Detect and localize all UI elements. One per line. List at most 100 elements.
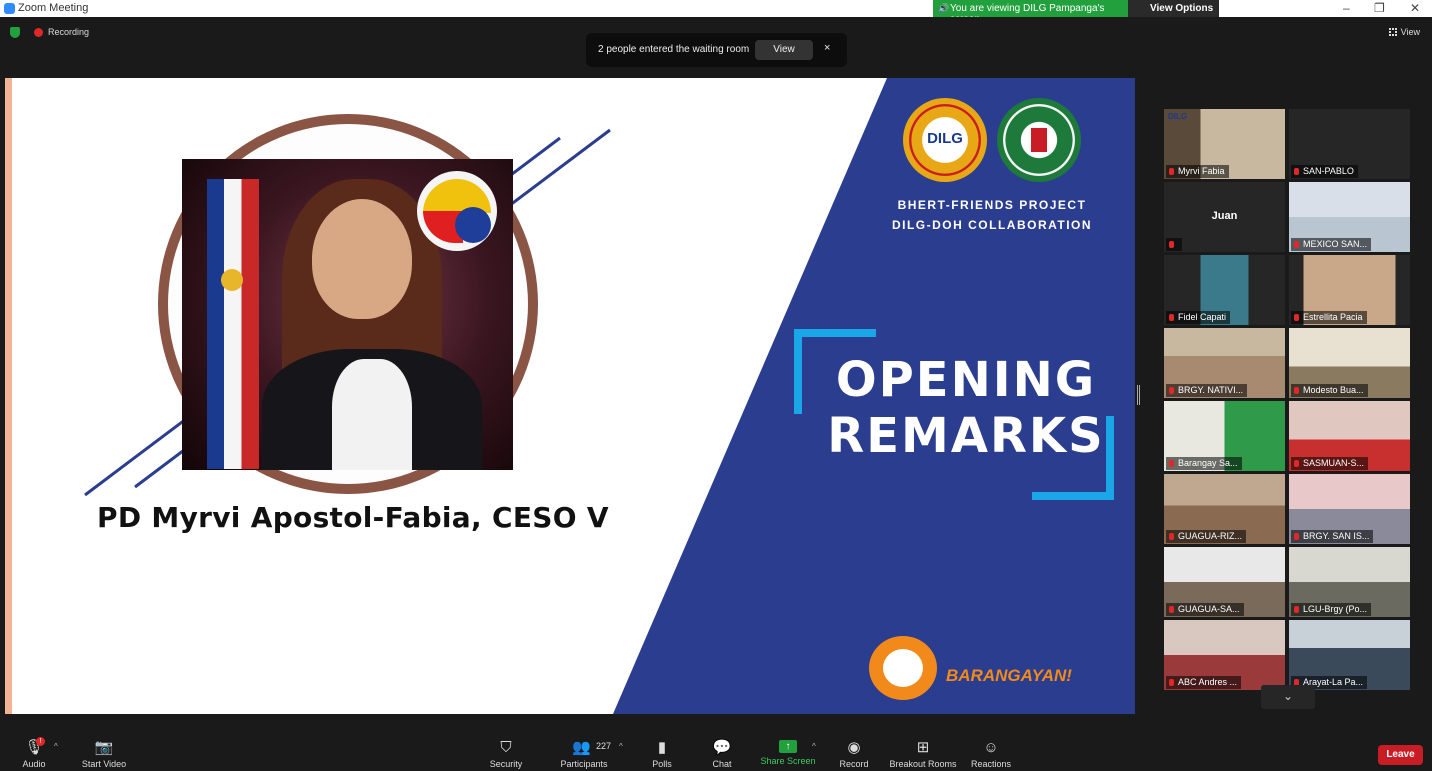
window-titlebar: Zoom Meeting 🔊 You are viewing DILG Pamp… bbox=[0, 0, 1432, 25]
security-label: Security bbox=[489, 759, 523, 769]
muted-mic-icon bbox=[1169, 168, 1174, 175]
dilg-seal-text: DILG bbox=[927, 130, 963, 147]
participant-tile[interactable]: SAN-PABLO bbox=[1289, 109, 1410, 179]
zoom-logo-icon bbox=[4, 3, 15, 14]
audio-button[interactable]: 🎙 ! Audio bbox=[18, 730, 50, 769]
view-layout-button[interactable]: View bbox=[1388, 27, 1420, 37]
participant-name: Modesto Bua... bbox=[1291, 384, 1368, 397]
muted-mic-icon bbox=[1294, 533, 1299, 540]
participant-tile[interactable]: Estrellita Pacia bbox=[1289, 255, 1410, 325]
participant-tile[interactable]: Modesto Bua... bbox=[1289, 328, 1410, 398]
share-screen-button[interactable]: ↑ Share Screen bbox=[760, 730, 816, 766]
participant-tile[interactable]: Fidel Capati bbox=[1164, 255, 1285, 325]
participant-name: MEXICO SAN... bbox=[1291, 238, 1372, 251]
portrait-face bbox=[312, 199, 412, 319]
participant-name: BRGY. SAN IS... bbox=[1291, 530, 1374, 543]
breakout-rooms-button[interactable]: ⊞ Breakout Rooms bbox=[888, 730, 958, 770]
participant-tile[interactable]: GUAGUA-SA... bbox=[1164, 547, 1285, 617]
close-icon[interactable]: × bbox=[824, 42, 830, 54]
participant-tile[interactable]: Barangay Sa... bbox=[1164, 401, 1285, 471]
participant-name: Estrellita Pacia bbox=[1291, 311, 1367, 324]
participant-name: ABC Andres ... bbox=[1166, 676, 1242, 689]
gallery-next-page-button[interactable]: ⌄ bbox=[1261, 685, 1315, 709]
heading-remarks: REMARKS bbox=[827, 408, 1105, 464]
barangayan-logo-icon bbox=[869, 636, 937, 700]
security-shield-icon[interactable] bbox=[10, 27, 20, 38]
dilg-seal-icon: DILG bbox=[903, 98, 987, 182]
participant-tile[interactable]: MEXICO SAN... bbox=[1289, 182, 1410, 252]
participant-tile[interactable]: Juan bbox=[1164, 182, 1285, 252]
waiting-room-view-button[interactable]: View bbox=[755, 40, 813, 60]
participant-name: LGU-Brgy (Po... bbox=[1291, 603, 1372, 616]
participant-name: SAN-PABLO bbox=[1291, 165, 1358, 178]
participant-tile[interactable]: ABC Andres ... bbox=[1164, 620, 1285, 690]
muted-mic-icon bbox=[1169, 314, 1174, 321]
participant-tile[interactable]: BRGY. NATIVI... bbox=[1164, 328, 1285, 398]
close-window-icon[interactable]: ✕ bbox=[1410, 1, 1420, 15]
restore-icon[interactable]: ❐ bbox=[1374, 1, 1385, 15]
muted-mic-icon bbox=[1169, 679, 1174, 686]
muted-mic-icon bbox=[1294, 460, 1299, 467]
record-icon: ◉ bbox=[847, 739, 861, 756]
chevron-up-icon: ^ bbox=[54, 742, 58, 751]
speaker-portrait bbox=[182, 159, 513, 470]
participant-tile[interactable]: GUAGUA-RIZ... bbox=[1164, 474, 1285, 544]
participant-tile[interactable]: LGU-Brgy (Po... bbox=[1289, 547, 1410, 617]
slide-edge-strip bbox=[5, 78, 12, 714]
participant-name: GUAGUA-RIZ... bbox=[1166, 530, 1247, 543]
participant-name: SASMUAN-S... bbox=[1291, 457, 1369, 470]
waiting-room-message: 2 people entered the waiting room bbox=[598, 44, 750, 55]
video-off-icon: 📷 bbox=[94, 739, 114, 756]
audio-label: Audio bbox=[22, 759, 46, 769]
leave-button[interactable]: Leave bbox=[1378, 745, 1423, 765]
recording-dot-icon bbox=[34, 28, 43, 37]
participant-tile[interactable]: DILG Myrvi Fabia bbox=[1164, 109, 1285, 179]
reactions-button[interactable]: ☺ Reactions bbox=[970, 730, 1012, 770]
participant-name-text: ABC Andres ... bbox=[1178, 677, 1238, 687]
participant-tile[interactable]: Arayat-La Pa... bbox=[1289, 620, 1410, 690]
reactions-label: Reactions bbox=[970, 759, 1012, 769]
security-button[interactable]: ⛉ Security bbox=[485, 730, 527, 770]
minimize-icon[interactable]: – bbox=[1343, 1, 1350, 15]
chat-button[interactable]: 💬 Chat bbox=[708, 730, 736, 770]
participant-name-large: Juan bbox=[1211, 210, 1238, 222]
breakout-rooms-label: Breakout Rooms bbox=[889, 759, 957, 769]
participant-name-text: SASMUAN-S... bbox=[1303, 458, 1365, 468]
participant-name-text: Barangay Sa... bbox=[1178, 458, 1238, 468]
audio-warning-badge: ! bbox=[36, 737, 45, 746]
start-video-button[interactable]: 📷 Start Video bbox=[76, 730, 132, 770]
grid-icon: ⊞ bbox=[916, 739, 930, 756]
participant-name: Myrvi Fabia bbox=[1166, 165, 1229, 178]
barangayan-brand-text: BARANGAYAN! bbox=[946, 666, 1072, 685]
project-subtitle: DILG-DOH COLLABORATION bbox=[891, 218, 1093, 232]
speaker-icon: 🔊 bbox=[938, 3, 950, 13]
view-options-label: View Options bbox=[1150, 3, 1214, 14]
participant-tile[interactable]: SASMUAN-S... bbox=[1289, 401, 1410, 471]
chevron-up-icon: ^ bbox=[812, 742, 816, 751]
view-options-button[interactable]: View Options ⌄ bbox=[1128, 0, 1219, 25]
meeting-topbar: Recording View 2 people entered the wait… bbox=[0, 17, 1432, 77]
portrait-shirt bbox=[332, 359, 412, 470]
participants-button[interactable]: 👥 227 Participants bbox=[558, 730, 612, 770]
muted-mic-icon bbox=[1294, 606, 1299, 613]
participant-name-text: Fidel Capati bbox=[1178, 312, 1227, 322]
muted-mic-icon bbox=[1169, 241, 1174, 248]
muted-mic-icon bbox=[1169, 606, 1174, 613]
view-layout-label: View bbox=[1400, 27, 1420, 37]
polls-button[interactable]: ▮ Polls bbox=[648, 730, 676, 770]
panel-resize-handle[interactable] bbox=[1137, 385, 1140, 405]
participant-name-text: Myrvi Fabia bbox=[1178, 166, 1225, 176]
participant-name-text: GUAGUA-RIZ... bbox=[1178, 531, 1243, 541]
microphone-icon: 🎙 bbox=[24, 739, 44, 756]
viewing-screen-banner: 🔊 You are viewing DILG Pampanga's screen bbox=[933, 0, 1128, 25]
participant-name-text: BRGY. NATIVI... bbox=[1178, 385, 1244, 395]
record-button[interactable]: ◉ Record bbox=[836, 730, 872, 770]
muted-mic-icon bbox=[1294, 241, 1299, 248]
grid-icon bbox=[1388, 28, 1397, 36]
participants-count: 227 bbox=[596, 741, 612, 751]
recording-label: Recording bbox=[48, 27, 90, 37]
participant-tile[interactable]: BRGY. SAN IS... bbox=[1289, 474, 1410, 544]
shared-screen-slide: PD Myrvi Apostol-Fabia, CESO V DILG BHER… bbox=[5, 78, 1135, 714]
participant-name: GUAGUA-SA... bbox=[1166, 603, 1244, 616]
participant-name-text: MEXICO SAN... bbox=[1303, 239, 1368, 249]
